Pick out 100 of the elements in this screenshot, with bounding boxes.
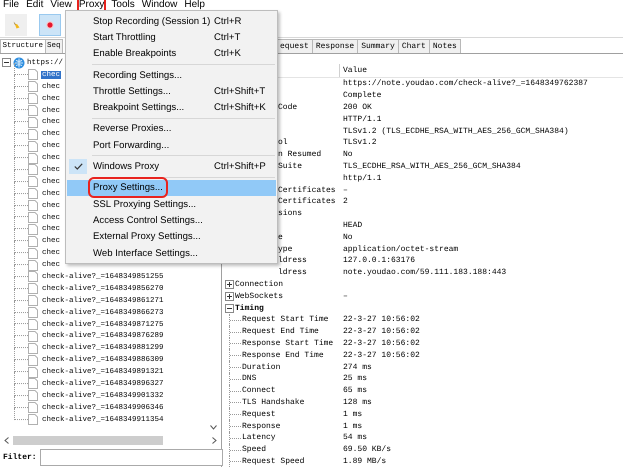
menu-item-label: Recording Settings... [92,68,184,82]
property-value: 200 OK [342,102,373,112]
menu-item[interactable]: Web Interface Settings... [67,244,276,262]
document-icon [28,200,38,212]
property-group[interactable]: WebSockets [235,292,284,301]
property-name: ldress [278,256,307,266]
property-name: Certificates [278,197,336,206]
menu-title[interactable]: Window [140,0,180,12]
document-icon [28,414,38,426]
filter-label: Filter: [3,452,37,462]
menu-title[interactable]: View [48,0,74,12]
document-icon [28,271,38,282]
tab[interactable]: Notes [428,39,461,53]
menu-item[interactable]: Throttle Settings... Ctrl+Shift+T [67,83,276,100]
property-name: Code [278,102,298,112]
property-value: https://note.youdao.com/check-alive?_=1648349762387 [342,79,589,88]
menu-item-label: Enable Breakpoints [92,47,178,60]
document-icon [28,319,38,330]
collapse-icon[interactable] [2,58,11,68]
tab[interactable]: Response [312,39,358,53]
document-icon [28,402,38,414]
globe-icon [13,56,25,69]
shortcut-text: Ctrl+Shift+K [214,102,267,114]
document-icon [28,116,38,128]
collapse-icon[interactable] [225,304,234,313]
document-icon [28,164,38,176]
menu-item-label: Stop Recording (Session 1) [92,14,212,28]
menu-item[interactable]: Access Control Settings... [67,212,276,229]
document-icon [28,176,38,188]
tab[interactable]: Chart [398,39,430,53]
property-value: TLSv1.2 (TLS_ECDHE_RSA_WITH_AES_256_GCM_SHA384) [342,126,570,136]
menu-item[interactable]: Enable Breakpoints Ctrl+K [67,46,276,62]
property-value: http/1.1 [342,174,382,183]
expand-icon[interactable] [225,280,234,289]
property-name: ol [278,138,288,148]
menu-item[interactable]: Port Forwarding... [67,137,276,154]
property-name: Speed [242,445,266,454]
property-value: HTTP/1.1 [342,114,382,124]
menu-title[interactable]: Tools [109,0,137,12]
menu-title[interactable]: File [1,0,22,12]
property-value: 1 ms [342,422,364,430]
property-value: No [342,150,354,160]
expand-icon[interactable] [225,292,234,301]
property-value: 128 ms [342,398,373,407]
menu-item[interactable]: Reverse Proxies... [67,120,276,138]
document-icon [28,140,38,152]
property-value: 22-3-27 10:56:02 [342,327,421,336]
document-icon [28,188,38,200]
property-group[interactable]: Timing [235,304,264,313]
menu-item-label: Reverse Proxies... [92,122,172,136]
scroll-right-icon[interactable] [212,437,217,444]
column-header: Value [342,66,368,75]
property-name: n Resumed [278,150,322,160]
shortcut-text: Ctrl+Shift+T [214,86,266,97]
property-name: Latency [242,433,276,442]
document-icon [28,212,38,224]
property-name: Request [242,410,276,419]
property-value: 2 [342,197,349,206]
property-name: Request End Time [242,327,319,336]
document-icon [28,93,38,104]
menu-item[interactable]: SSL Proxying Settings... [67,196,276,212]
menu-item-label: External Proxy Settings... [92,230,202,244]
property-value: TLSv1.2 [342,138,378,148]
menu-item[interactable]: Stop Recording (Session 1) Ctrl+R [67,13,276,30]
tab[interactable]: equest [276,39,313,53]
tab[interactable]: Summary [357,39,399,53]
menu-item[interactable]: Proxy Settings... [67,180,276,196]
menu-item[interactable]: Start Throttling Ctrl+T [67,29,276,46]
menu-item[interactable]: Recording Settings... [67,66,276,84]
property-group[interactable]: Connection [235,280,284,289]
menu-title[interactable]: Help [182,0,207,12]
property-name: TLS Handshake [242,398,304,407]
property-value: TLS_ECDHE_RSA_WITH_AES_256_GCM_SHA384 [342,162,522,171]
property-name: Request Start Time [242,315,328,324]
filter-field[interactable] [40,448,223,466]
property-value: 22-3-27 10:56:02 [342,350,421,360]
menu-item[interactable]: External Proxy Settings... [67,228,276,245]
property-value: 1.89 MB/s [342,456,388,466]
menu-title[interactable]: Edit [24,0,46,12]
scroll-left-icon[interactable] [4,437,9,444]
property-name: Response End Time [242,350,324,360]
property-value: 54 ms [342,433,368,442]
property-name: ldress [278,268,307,278]
menu-item[interactable]: Windows Proxy Ctrl+Shift+P [67,158,276,175]
document-icon [28,307,38,318]
document-icon [28,236,38,247]
document-icon [28,354,38,366]
menu-item[interactable]: Breakpoint Settings... Ctrl+Shift+K [67,99,276,116]
document-icon [28,260,38,271]
document-icon [28,342,38,354]
document-icon [28,378,38,390]
document-icon [28,105,38,116]
shortcut-text: Ctrl+K [214,48,242,60]
property-value: Complete [342,91,382,100]
scrollbar-thumb[interactable] [13,436,163,445]
scroll-down-icon[interactable] [210,425,217,430]
document-icon [28,330,38,342]
shortcut-text: Ctrl+R [214,16,242,27]
document-icon [28,152,38,164]
toolbar-button[interactable] [39,14,61,36]
